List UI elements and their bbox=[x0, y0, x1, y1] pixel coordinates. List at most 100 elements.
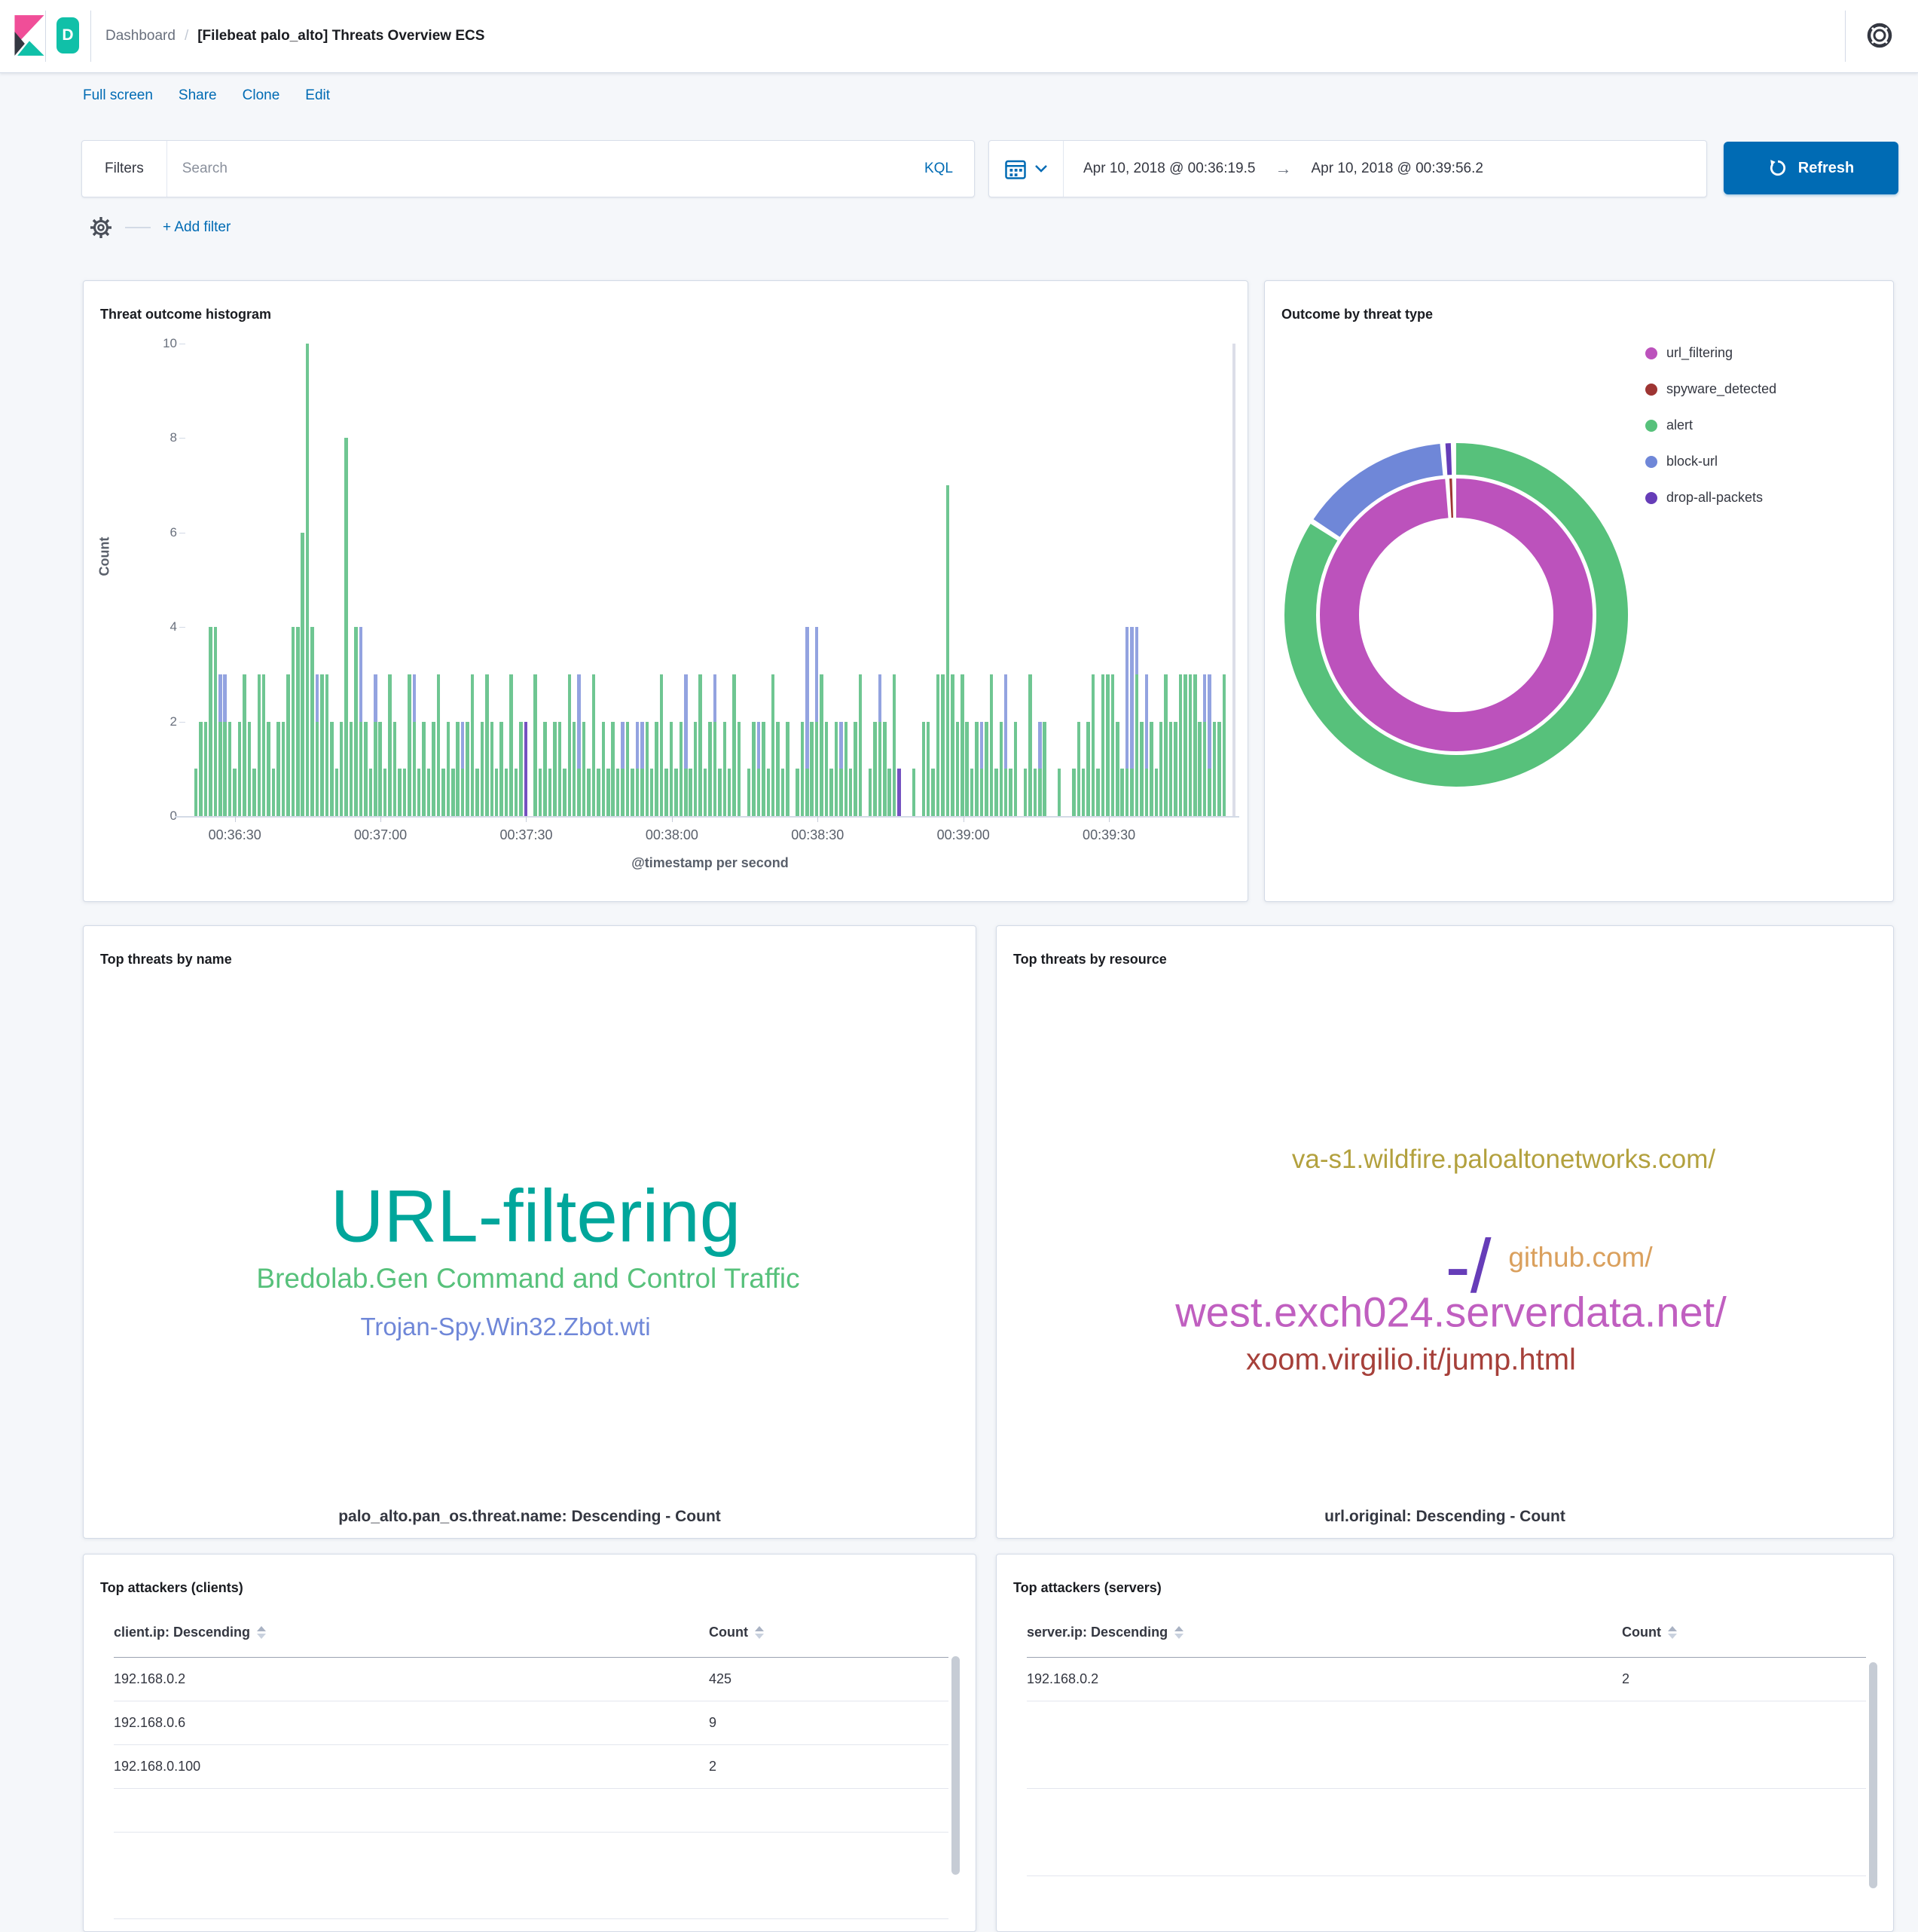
histogram-bar[interactable] bbox=[1004, 769, 1008, 816]
histogram-bar[interactable] bbox=[956, 722, 960, 816]
histogram-bar[interactable] bbox=[471, 674, 475, 816]
histogram-bar[interactable] bbox=[616, 769, 620, 816]
histogram-bar[interactable] bbox=[310, 627, 314, 816]
histogram-bar[interactable] bbox=[713, 674, 717, 722]
histogram-bar[interactable] bbox=[1125, 627, 1129, 769]
histogram-bar[interactable] bbox=[796, 769, 799, 816]
histogram-bar[interactable] bbox=[805, 627, 809, 769]
histogram-bar[interactable] bbox=[548, 769, 552, 816]
histogram-bar[interactable] bbox=[533, 674, 537, 816]
histogram-bar[interactable] bbox=[646, 722, 649, 816]
table-row[interactable]: 192.168.0.1002 bbox=[114, 1745, 948, 1789]
histogram-bar[interactable] bbox=[597, 769, 600, 816]
histogram-bar[interactable] bbox=[820, 674, 823, 816]
histogram-bar[interactable] bbox=[825, 722, 829, 816]
histogram-bar[interactable] bbox=[1077, 722, 1081, 816]
histogram-bar[interactable] bbox=[728, 769, 731, 816]
histogram-bar[interactable] bbox=[577, 769, 581, 816]
histogram-bar[interactable] bbox=[878, 674, 882, 722]
histogram-bar[interactable] bbox=[374, 722, 377, 816]
histogram-bar[interactable] bbox=[587, 769, 591, 816]
histogram-bar[interactable] bbox=[1038, 769, 1042, 816]
histogram-bar[interactable] bbox=[849, 769, 853, 816]
histogram-bar[interactable] bbox=[621, 722, 625, 769]
histogram-bar[interactable] bbox=[374, 674, 377, 722]
histogram-bar[interactable] bbox=[461, 769, 465, 816]
histogram-bar[interactable] bbox=[1193, 674, 1197, 816]
histogram-bar[interactable] bbox=[859, 674, 863, 816]
histogram-bar[interactable] bbox=[883, 722, 887, 816]
column-header-server-ip[interactable]: server.ip: Descending bbox=[1027, 1625, 1183, 1640]
histogram-bar[interactable] bbox=[553, 722, 557, 816]
histogram-bar[interactable] bbox=[946, 485, 950, 816]
gear-icon[interactable] bbox=[89, 216, 113, 240]
histogram-bar[interactable] bbox=[689, 769, 692, 816]
histogram-bar[interactable] bbox=[456, 722, 460, 816]
histogram-bar[interactable] bbox=[582, 722, 586, 816]
menu-clone[interactable]: Clone bbox=[243, 87, 280, 104]
histogram-bar[interactable] bbox=[1223, 674, 1226, 816]
histogram-bar[interactable] bbox=[592, 674, 596, 816]
histogram-bar[interactable] bbox=[369, 769, 373, 816]
histogram-bar[interactable] bbox=[893, 674, 896, 816]
histogram-bar[interactable] bbox=[1155, 769, 1159, 816]
histogram-bar[interactable] bbox=[1072, 769, 1076, 816]
histogram-bar[interactable] bbox=[282, 722, 286, 816]
histogram-bar[interactable] bbox=[1130, 627, 1134, 769]
histogram-bar[interactable] bbox=[655, 722, 658, 816]
histogram-bar[interactable] bbox=[1086, 722, 1090, 816]
histogram-bar[interactable] bbox=[606, 769, 610, 816]
histogram-bar[interactable] bbox=[762, 722, 765, 816]
histogram-bar[interactable] bbox=[432, 722, 435, 816]
histogram-bar[interactable] bbox=[1120, 769, 1124, 816]
filters-button[interactable]: Filters bbox=[82, 160, 166, 177]
histogram-bar[interactable] bbox=[839, 722, 843, 769]
histogram-bar[interactable] bbox=[1150, 722, 1153, 816]
histogram-bar[interactable] bbox=[602, 722, 606, 816]
histogram-bar[interactable] bbox=[752, 722, 756, 816]
space-avatar[interactable]: D bbox=[57, 17, 79, 53]
date-to[interactable]: Apr 10, 2018 @ 00:39:56.2 bbox=[1291, 160, 1502, 177]
histogram-bar[interactable] bbox=[1130, 769, 1134, 816]
histogram-bar[interactable] bbox=[276, 722, 280, 816]
histogram-bar[interactable] bbox=[316, 722, 319, 816]
histogram-bar[interactable] bbox=[519, 722, 523, 816]
histogram-bar[interactable] bbox=[393, 722, 397, 816]
histogram-bar[interactable] bbox=[1203, 674, 1207, 722]
histogram-bar[interactable] bbox=[359, 627, 363, 721]
histogram-bar[interactable] bbox=[626, 722, 630, 816]
histogram-bar[interactable] bbox=[922, 722, 926, 816]
histogram-bar[interactable] bbox=[1116, 722, 1119, 816]
histogram-bar[interactable] bbox=[738, 722, 741, 816]
histogram-bar[interactable] bbox=[708, 722, 712, 816]
histogram-bar[interactable] bbox=[994, 769, 998, 816]
histogram-bar[interactable] bbox=[970, 769, 974, 816]
histogram-bar[interactable] bbox=[267, 722, 270, 816]
histogram-bar[interactable] bbox=[359, 722, 363, 816]
histogram-bar[interactable] bbox=[252, 769, 256, 816]
tag-cloud-term[interactable]: github.com/ bbox=[1508, 1242, 1652, 1273]
histogram-bar[interactable] bbox=[1169, 722, 1173, 816]
histogram-bar[interactable] bbox=[568, 674, 572, 816]
histogram-bar[interactable] bbox=[854, 722, 857, 816]
histogram-bar[interactable] bbox=[209, 627, 212, 816]
histogram-bar[interactable] bbox=[805, 769, 809, 816]
histogram-bar[interactable] bbox=[413, 674, 417, 722]
histogram-bar[interactable] bbox=[1028, 674, 1032, 816]
histogram-bar[interactable] bbox=[839, 769, 843, 816]
tag-cloud-term[interactable]: xoom.virgilio.it/jump.html bbox=[1246, 1344, 1576, 1377]
histogram-bar[interactable] bbox=[771, 674, 775, 816]
histogram-bar[interactable] bbox=[1135, 627, 1139, 674]
histogram-bar[interactable] bbox=[1024, 769, 1028, 816]
histogram-bar[interactable] bbox=[713, 722, 717, 816]
histogram-bar[interactable] bbox=[1213, 722, 1217, 816]
tag-cloud-term[interactable]: Bredolab.Gen Command and Control Traffic bbox=[256, 1263, 799, 1295]
histogram-bar[interactable] bbox=[417, 769, 421, 816]
histogram-bar[interactable] bbox=[1038, 722, 1042, 769]
histogram-bar[interactable] bbox=[563, 769, 567, 816]
histogram-bar[interactable] bbox=[573, 722, 576, 816]
histogram-bar[interactable] bbox=[340, 722, 344, 816]
histogram-bar[interactable] bbox=[1125, 769, 1129, 816]
histogram-bar[interactable] bbox=[873, 722, 877, 816]
histogram-bar[interactable] bbox=[505, 769, 509, 816]
